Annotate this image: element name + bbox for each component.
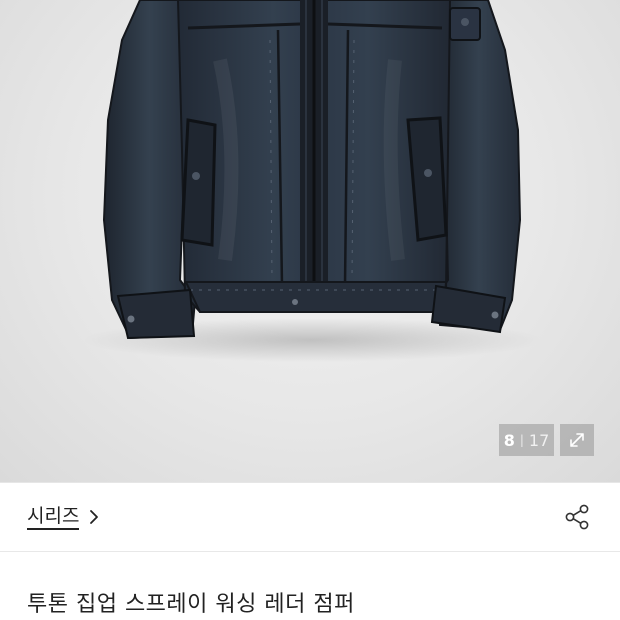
series-link[interactable]: 시리즈 <box>27 504 99 530</box>
product-image <box>82 0 542 362</box>
share-icon <box>565 504 589 530</box>
share-button[interactable] <box>562 502 592 532</box>
expand-button[interactable] <box>560 424 594 456</box>
chevron-right-icon <box>89 509 99 525</box>
series-row: 시리즈 <box>0 483 620 552</box>
image-counter: 8 | 17 <box>499 424 554 456</box>
current-image-index: 8 <box>503 430 515 450</box>
counter-separator: | <box>519 433 524 447</box>
product-title: 투톤 집업 스프레이 워싱 레더 점퍼 <box>27 592 355 617</box>
expand-icon <box>570 433 584 447</box>
series-label: 시리즈 <box>27 504 80 530</box>
total-image-count: 17 <box>528 430 550 450</box>
product-image-viewer[interactable]: 8 | 17 <box>0 0 620 482</box>
